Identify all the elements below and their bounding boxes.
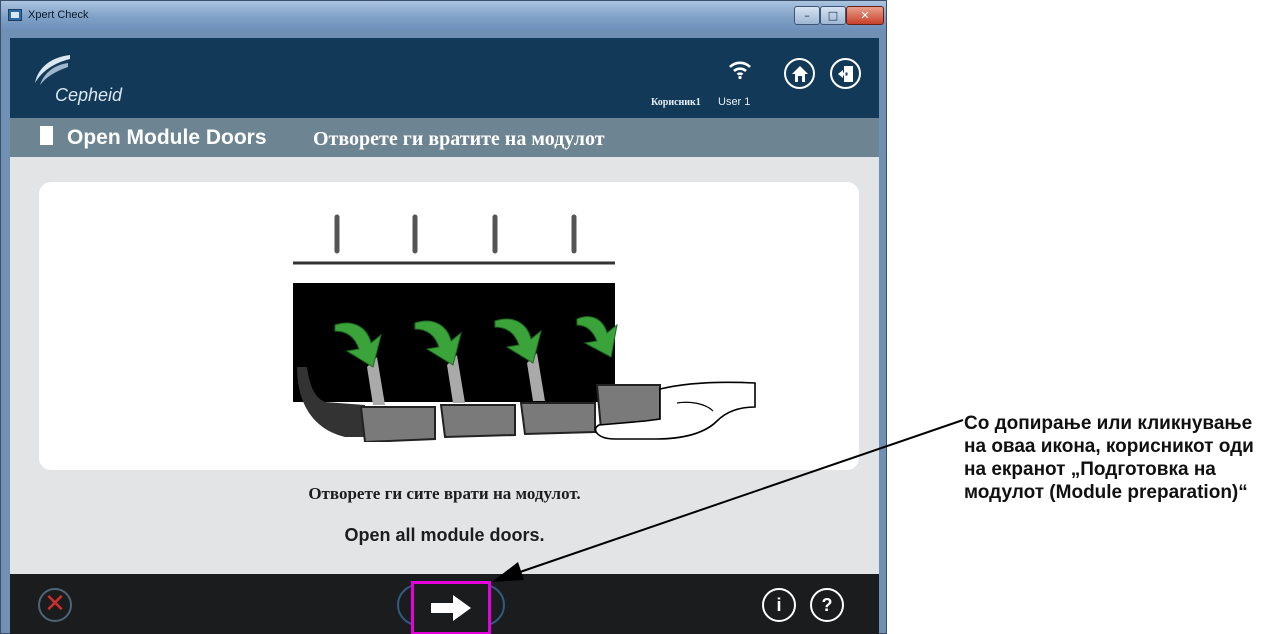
callout-pointer: [492, 419, 964, 582]
callout-text: Со допирање или кликнување на оваа икона…: [964, 413, 1254, 503]
